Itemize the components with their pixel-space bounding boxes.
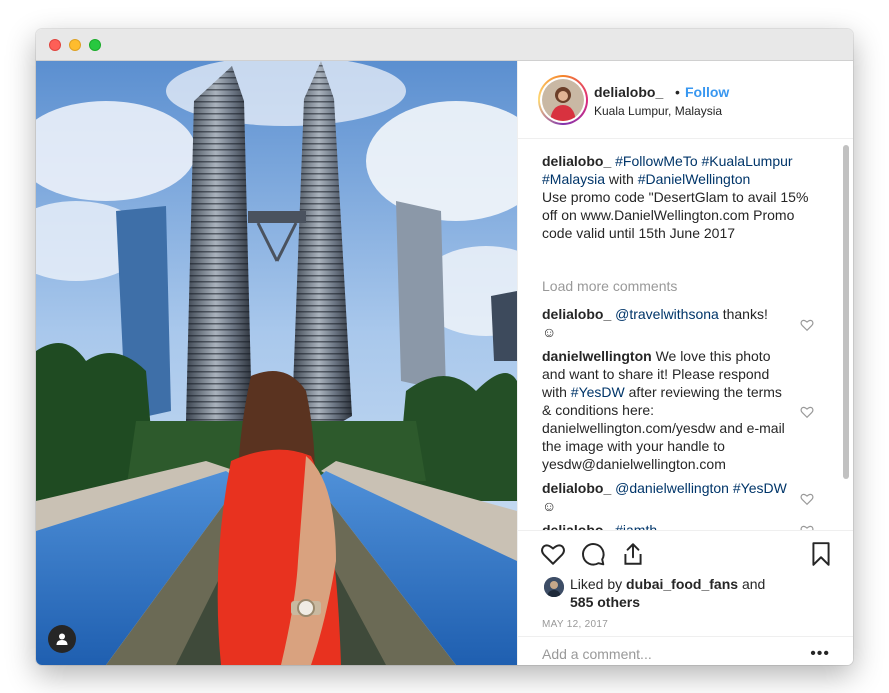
comment-author[interactable]: delialobo_ (542, 522, 611, 530)
post-location[interactable]: Kuala Lumpur, Malaysia (594, 104, 722, 118)
comments-list[interactable]: delialobo_ #FollowMeTo #KualaLumpur #Mal… (518, 140, 853, 530)
bookmark-icon[interactable] (808, 541, 834, 567)
separator-dot: • (675, 84, 680, 100)
post-date: MAY 12, 2017 (542, 619, 609, 630)
comment-mention[interactable]: @danielwellington (615, 480, 729, 496)
user-icon (55, 632, 69, 646)
add-comment-bar: ••• (518, 636, 853, 665)
comment-emoji: ☺ (542, 498, 557, 514)
tagged-users-button[interactable] (48, 625, 76, 653)
likes-prefix: Liked by (570, 576, 623, 592)
caption-hashtag[interactable]: #KualaLumpur (702, 153, 793, 169)
minimize-window-button[interactable] (69, 39, 81, 51)
caption-hashtag[interactable]: #FollowMeTo (615, 153, 697, 169)
comment-author[interactable]: delialobo_ (542, 480, 611, 496)
comment: danielwellington We love this photo and … (542, 347, 792, 473)
caption-hashtag[interactable]: #Malaysia (542, 171, 605, 187)
post-actions: Liked by dubai_food_fans and 585 others … (518, 530, 853, 665)
comment: delialobo_ @danielwellington #YesDW ☺ (542, 479, 792, 515)
small-heart-icon[interactable] (800, 492, 814, 506)
small-heart-icon[interactable] (800, 318, 814, 332)
caption: delialobo_ #FollowMeTo #KualaLumpur #Mal… (542, 152, 822, 242)
likes-others-link[interactable]: 585 others (570, 594, 640, 610)
follow-button[interactable]: Follow (685, 84, 729, 100)
heart-icon[interactable] (540, 541, 566, 567)
load-more-comments-button[interactable]: Load more comments (542, 278, 677, 294)
liker-avatar[interactable] (544, 577, 564, 597)
more-options-button[interactable]: ••• (810, 645, 830, 663)
profile-avatar[interactable] (538, 75, 588, 125)
comment-text: thanks! (722, 306, 768, 322)
comment-hashtag[interactable]: #YesDW (733, 479, 787, 497)
comment-author[interactable]: delialobo_ (542, 306, 611, 322)
post-header: delialobo_ • Follow Kuala Lumpur, Malays… (518, 61, 853, 139)
comment: delialobo_ #iamth (542, 521, 792, 530)
likes-and: and (741, 576, 766, 592)
post-sidebar: delialobo_ • Follow Kuala Lumpur, Malays… (517, 61, 853, 665)
small-heart-icon[interactable] (800, 405, 814, 419)
comment-emoji: ☺ (542, 324, 557, 340)
add-comment-input[interactable] (542, 645, 782, 663)
post-photo[interactable] (36, 61, 517, 665)
caption-body: Use promo code "DesertGlam to avail 15% … (542, 189, 809, 241)
caption-hashtag[interactable]: #DanielWellington (638, 171, 751, 187)
caption-with: with (608, 171, 634, 187)
comment-mention[interactable]: @travelwithsona (615, 306, 719, 322)
comment-icon[interactable] (580, 541, 606, 567)
likes-summary: Liked by dubai_food_fans and 585 others (570, 575, 765, 611)
browser-window: delialobo_ • Follow Kuala Lumpur, Malays… (36, 29, 853, 665)
comment-author[interactable]: danielwellington (542, 348, 652, 364)
comments-scrollbar[interactable] (843, 145, 849, 479)
caption-author[interactable]: delialobo_ (542, 153, 611, 169)
post-username[interactable]: delialobo_ (594, 84, 663, 100)
close-window-button[interactable] (49, 39, 61, 51)
title-bar (36, 29, 853, 61)
comment-hashtag[interactable]: #iamth (615, 522, 657, 530)
liker-username[interactable]: dubai_food_fans (626, 576, 738, 592)
comment: delialobo_ @travelwithsona thanks! ☺ (542, 305, 792, 341)
share-icon[interactable] (620, 541, 646, 567)
comment-hashtag[interactable]: #YesDW (571, 384, 625, 400)
zoom-window-button[interactable] (89, 39, 101, 51)
